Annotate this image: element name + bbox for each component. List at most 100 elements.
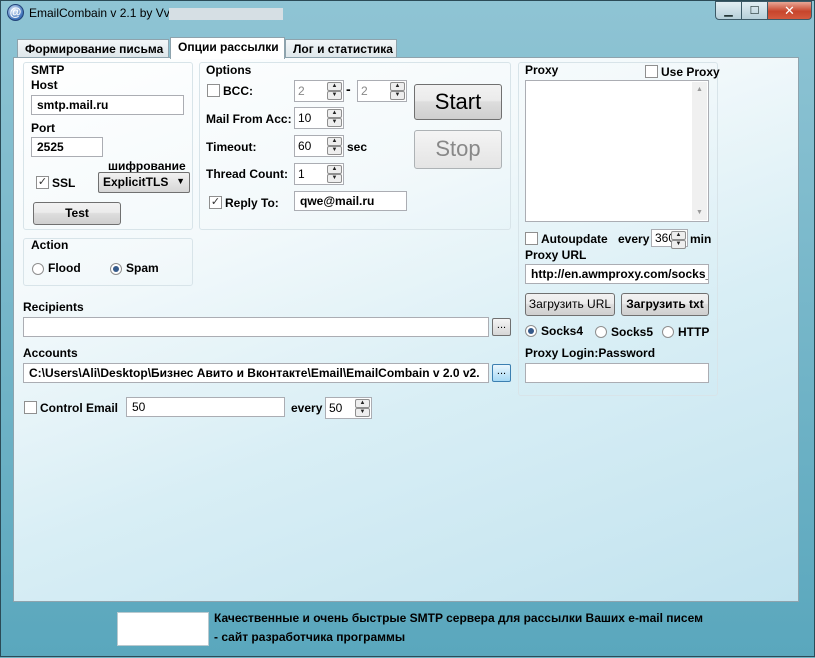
host-input[interactable]: smtp.mail.ru [31,95,184,115]
tab-log-stats[interactable]: Лог и статистика [285,39,397,58]
recipients-input[interactable] [23,317,489,337]
thread-count-value: 1 [298,167,305,181]
spin-up-icon[interactable]: ▲ [327,165,342,174]
spam-radio[interactable] [110,263,122,275]
proxy-login-input[interactable] [525,363,709,383]
spin-down-icon[interactable]: ▼ [355,408,370,417]
start-button[interactable]: Start [414,84,502,120]
spin-down-icon[interactable]: ▼ [390,91,405,100]
timeout-spinner[interactable]: 60 ▲ ▼ [294,135,344,157]
autoupdate-interval-spinner[interactable]: 360 ▲ ▼ [651,229,688,249]
spin-down-icon[interactable]: ▼ [327,174,342,183]
port-input[interactable]: 2525 [31,137,103,157]
bcc-from-spinner[interactable]: 2 ▲ ▼ [294,80,344,102]
recipients-browse-button[interactable]: ... [492,318,511,336]
thread-count-label: Thread Count: [206,167,288,181]
port-label: Port [31,121,55,135]
timeout-label: Timeout: [206,140,257,154]
test-button[interactable]: Test [33,202,121,225]
mail-from-acc-spinner[interactable]: 10 ▲ ▼ [294,107,344,129]
autoupdate-every-label: every [618,232,650,246]
spin-down-icon[interactable]: ▼ [671,240,686,249]
spin-down-icon[interactable]: ▼ [327,91,342,100]
maximize-button[interactable]: ☐ [742,1,768,20]
proxy-list[interactable]: ▲ ▼ [525,80,709,222]
proxy-login-label: Proxy Login:Password [525,346,656,360]
smtp-group-label: SMTP [31,63,65,77]
proxy-url-input[interactable]: http://en.awmproxy.com/socks_ [525,264,709,284]
use-proxy-label: Use Proxy [661,65,720,79]
spin-up-icon[interactable]: ▲ [327,109,342,118]
accounts-input[interactable]: C:\Users\Ali\Desktop\Бизнес Авито и Вкон… [23,363,489,383]
spam-label: Spam [126,261,159,275]
bcc-from-value: 2 [298,84,305,98]
spin-up-icon[interactable]: ▲ [355,399,370,408]
flood-label: Flood [48,261,81,275]
title-bar[interactable]: @ EmailCombain v 2.1 by Vvksot ▁ ☐ ✕ [1,1,815,27]
socks5-radio[interactable] [595,326,607,338]
app-icon: @ [7,4,24,21]
ssl-label: SSL [52,176,76,190]
flood-radio[interactable] [32,263,44,275]
recipients-label: Recipients [23,300,84,314]
use-proxy-checkbox[interactable] [645,65,658,78]
spin-up-icon[interactable]: ▲ [390,82,405,91]
proxy-group-label: Proxy [525,63,559,77]
bcc-dash: - [346,81,351,97]
action-group-label: Action [31,238,69,252]
tab-mailing-options[interactable]: Опции рассылки [170,37,285,59]
autoupdate-checkbox[interactable] [525,232,538,245]
thread-count-spinner[interactable]: 1 ▲ ▼ [294,163,344,185]
spin-up-icon[interactable]: ▲ [327,137,342,146]
load-url-button[interactable]: Загрузить URL [525,293,615,316]
proxy-list-scrollbar[interactable]: ▲ ▼ [692,82,707,220]
spin-up-icon[interactable]: ▲ [327,82,342,91]
encryption-select-value: ExplicitTLS [103,175,169,189]
scroll-down-icon[interactable]: ▼ [692,205,707,220]
window-title: EmailCombain v 2.1 by Vvksot [29,6,192,20]
accounts-label: Accounts [23,346,78,360]
control-email-label: Control Email [40,401,119,415]
encryption-label: шифрование [108,159,186,173]
control-email-every-label: every [291,401,323,415]
app-window: @ EmailCombain v 2.1 by Vvksot ▁ ☐ ✕ Фор… [0,0,815,657]
tab-compose[interactable]: Формирование письма [17,39,169,58]
autoupdate-min-label: min [690,232,712,246]
title-redaction [169,8,283,20]
footer-bar: Качественные и очень быстрые SMTP сервер… [1,601,815,658]
tab-content: SMTP Host smtp.mail.ru Port 2525 шифрова… [13,57,799,602]
options-group-label: Options [206,63,252,77]
ssl-checkbox[interactable]: ✓ [36,176,49,189]
http-radio[interactable] [662,326,674,338]
control-email-every-spinner[interactable]: 50 ▲ ▼ [325,397,372,419]
footer-line-2[interactable]: - сайт разработчика программы [214,630,405,644]
scroll-up-icon[interactable]: ▲ [692,82,707,97]
proxy-url-label: Proxy URL [525,248,587,262]
spin-down-icon[interactable]: ▼ [327,118,342,127]
window-controls: ▁ ☐ ✕ [715,1,812,20]
close-button[interactable]: ✕ [768,1,812,20]
control-email-input[interactable]: 50 [126,397,285,417]
footer-line-1[interactable]: Качественные и очень быстрые SMTP сервер… [214,611,703,625]
bcc-checkbox[interactable] [207,84,220,97]
mail-from-acc-label: Mail From Acc: [206,112,292,126]
accounts-browse-button[interactable]: ... [492,364,511,382]
bcc-to-spinner[interactable]: 2 ▲ ▼ [357,80,407,102]
reply-to-label: Reply To: [225,196,279,210]
reply-to-checkbox[interactable]: ✓ [209,196,222,209]
socks4-radio[interactable] [525,325,537,337]
reply-to-input[interactable]: qwe@mail.ru [294,191,407,211]
minimize-button[interactable]: ▁ [715,1,742,20]
chevron-down-icon: ▼ [176,176,185,186]
timeout-value: 60 [298,139,312,153]
mail-from-acc-value: 10 [298,111,312,125]
footer-banner-box[interactable] [117,612,209,646]
load-txt-button[interactable]: Загрузить txt [621,293,709,316]
encryption-select[interactable]: ExplicitTLS ▼ [98,172,190,193]
spin-up-icon[interactable]: ▲ [671,231,686,240]
close-icon: ✕ [784,2,795,18]
stop-button[interactable]: Stop [414,130,502,169]
spin-down-icon[interactable]: ▼ [327,146,342,155]
control-email-checkbox[interactable] [24,401,37,414]
socks5-label: Socks5 [611,325,654,339]
